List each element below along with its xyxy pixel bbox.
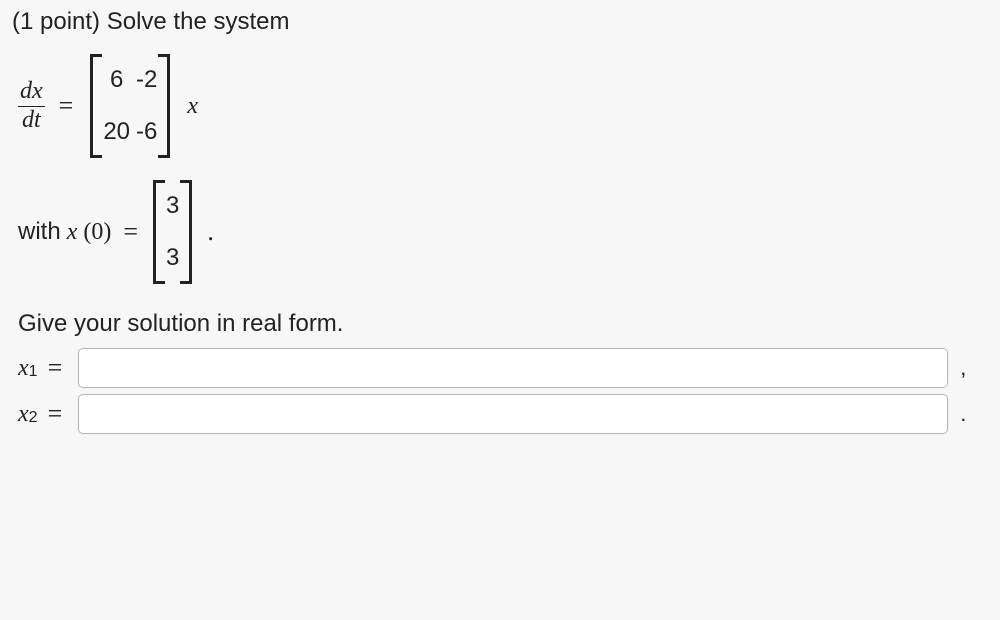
x2-subscript: 2 bbox=[29, 409, 38, 427]
coefficient-matrix: 6 -2 20 -6 bbox=[87, 54, 173, 158]
matrix-cell-r1c2: -2 bbox=[136, 66, 157, 94]
instruction-text: Give your solution in real form. bbox=[18, 310, 988, 338]
points-label: (1 point) bbox=[12, 8, 107, 35]
x2-trail: . bbox=[960, 401, 966, 427]
equals-sign: = bbox=[117, 217, 144, 247]
x2-var: x bbox=[18, 401, 29, 428]
equals-sign: = bbox=[38, 353, 69, 383]
matrix-cell-r1c1: 6 bbox=[103, 66, 130, 94]
dx-dt-fraction: dx dt bbox=[18, 79, 45, 132]
equals-sign: = bbox=[38, 399, 69, 429]
x1-input[interactable] bbox=[78, 348, 948, 388]
equals-sign: = bbox=[53, 91, 80, 121]
matrix-cell-r2c1: 20 bbox=[103, 118, 130, 146]
with-prefix: with bbox=[18, 218, 61, 246]
matrix-body: 6 -2 20 -6 bbox=[97, 54, 163, 158]
matrix-cell-r2c2: -6 bbox=[136, 118, 157, 146]
ic-var: x bbox=[67, 219, 78, 246]
bracket-left-icon bbox=[87, 54, 97, 158]
bracket-right-icon bbox=[163, 54, 173, 158]
answer-row-x1: x1 = , bbox=[18, 348, 988, 388]
x1-subscript: 1 bbox=[29, 363, 38, 381]
ic-arg: (0) bbox=[83, 219, 111, 246]
fraction-numerator: dx bbox=[18, 79, 45, 105]
initial-vector: 3 3 bbox=[150, 180, 195, 284]
answer-row-x2: x2 = . bbox=[18, 394, 988, 434]
x1-label: x1 = bbox=[18, 353, 68, 383]
state-vector-x: x bbox=[187, 93, 198, 120]
heading-text: Solve the system bbox=[107, 8, 290, 35]
x1-var: x bbox=[18, 355, 29, 382]
vector-cell-r2: 3 bbox=[166, 244, 179, 272]
initial-condition: with x(0) = 3 3 . bbox=[18, 180, 988, 284]
x1-trail: , bbox=[960, 355, 966, 381]
bracket-right-icon bbox=[185, 180, 195, 284]
ic-suffix: . bbox=[207, 217, 214, 247]
vector-cell-r1: 3 bbox=[166, 192, 179, 220]
fraction-denominator: dt bbox=[20, 107, 43, 133]
vector-body: 3 3 bbox=[160, 180, 185, 284]
ode-equation: dx dt = 6 -2 20 -6 x bbox=[18, 54, 988, 158]
bracket-left-icon bbox=[150, 180, 160, 284]
x2-input[interactable] bbox=[78, 394, 948, 434]
x2-label: x2 = bbox=[18, 399, 68, 429]
problem-heading: (1 point) Solve the system bbox=[12, 8, 988, 36]
